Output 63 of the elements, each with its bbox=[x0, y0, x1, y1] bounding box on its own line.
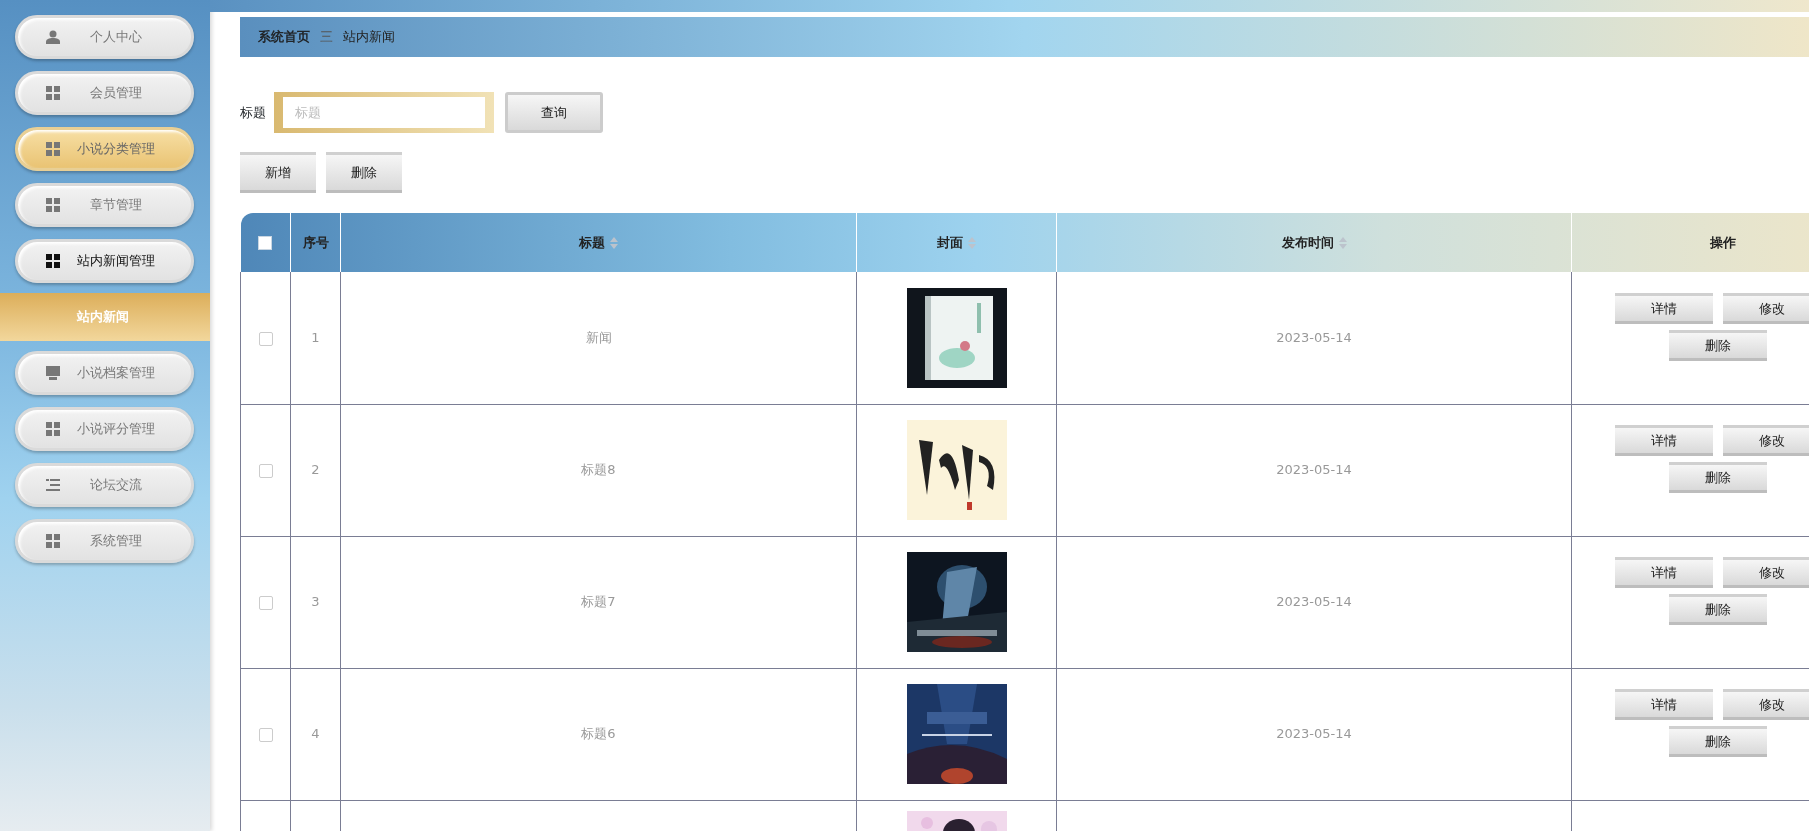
search-label: 标题 bbox=[240, 103, 266, 122]
row-checkbox[interactable] bbox=[258, 463, 273, 478]
delete-button[interactable]: 删除 bbox=[1669, 462, 1767, 493]
column-header[interactable]: 发布时间 bbox=[1056, 213, 1572, 272]
edit-button[interactable]: 修改 bbox=[1723, 557, 1809, 588]
search-field[interactable]: 标题 bbox=[274, 92, 494, 133]
table-cell: 标题7 bbox=[340, 536, 857, 668]
edit-button[interactable]: 修改 bbox=[1723, 425, 1809, 456]
menu-item[interactable]: 站内新闻管理 bbox=[15, 239, 194, 283]
delete-button[interactable]: 删除 bbox=[1669, 329, 1767, 361]
grid-icon bbox=[46, 142, 60, 156]
menu-item[interactable]: 个人中心 bbox=[15, 15, 194, 59]
sort-icon[interactable] bbox=[1338, 237, 1347, 250]
list-icon bbox=[46, 479, 60, 491]
table-cell: 3 bbox=[290, 536, 341, 668]
table-cell: 2 bbox=[290, 404, 341, 536]
search-button[interactable]: 查询 bbox=[505, 92, 603, 133]
delete-button[interactable]: 删除 bbox=[1669, 594, 1767, 625]
row-checkbox[interactable] bbox=[258, 727, 273, 742]
monitor-icon bbox=[46, 366, 60, 380]
menu-item[interactable]: 小说档案管理 bbox=[15, 351, 194, 395]
column-header: 序号 bbox=[290, 213, 341, 272]
sort-icon[interactable] bbox=[610, 237, 618, 250]
grid-icon bbox=[46, 254, 60, 268]
detail-button[interactable]: 详情 bbox=[1615, 689, 1713, 720]
row-checkbox[interactable] bbox=[258, 595, 273, 610]
grid-icon bbox=[46, 86, 60, 100]
menu-item[interactable]: 小说分类管理 bbox=[15, 127, 194, 171]
detail-button[interactable]: 详情 bbox=[1615, 557, 1713, 588]
user-icon bbox=[46, 30, 60, 44]
table-cell: 2023-05-14 bbox=[1056, 668, 1572, 800]
column-header[interactable]: 标题 bbox=[340, 213, 857, 272]
table-cell: 标题6 bbox=[340, 668, 857, 800]
menu-item[interactable]: 论坛交流 bbox=[15, 463, 194, 507]
delete-button[interactable]: 删除 bbox=[326, 152, 402, 193]
grid-icon bbox=[46, 422, 60, 436]
menu-item[interactable]: 章节管理 bbox=[15, 183, 194, 227]
add-button[interactable]: 新增 bbox=[240, 152, 316, 193]
select-all-checkbox[interactable] bbox=[258, 236, 273, 251]
table-cell: 标题8 bbox=[340, 404, 857, 536]
sort-icon[interactable] bbox=[968, 237, 976, 250]
menu-item[interactable]: 小说评分管理 bbox=[15, 407, 194, 451]
table-cell: 1 bbox=[290, 272, 341, 404]
delete-button[interactable]: 删除 bbox=[1669, 726, 1767, 757]
breadcrumb-current: 站内新闻 bbox=[343, 28, 395, 47]
table-cell: 2023-05-14 bbox=[1056, 536, 1572, 668]
grid-icon bbox=[46, 198, 60, 212]
edit-button[interactable]: 修改 bbox=[1723, 292, 1809, 324]
column-header: 操作 bbox=[1571, 213, 1809, 272]
menu-item[interactable]: 系统管理 bbox=[15, 519, 194, 563]
edit-button[interactable]: 修改 bbox=[1723, 689, 1809, 720]
table-cell: 2023-05-14 bbox=[1056, 272, 1572, 404]
breadcrumb-link[interactable]: 系统首页 bbox=[258, 27, 310, 47]
detail-button[interactable]: 详情 bbox=[1615, 292, 1713, 324]
table-cell: 4 bbox=[290, 668, 341, 800]
row-checkbox[interactable] bbox=[258, 331, 273, 346]
detail-button[interactable]: 详情 bbox=[1615, 425, 1713, 456]
grid-icon bbox=[46, 534, 60, 548]
breadcrumb-separator: 三 bbox=[320, 28, 333, 47]
table-cell: 新闻 bbox=[340, 272, 857, 404]
column-header[interactable]: 封面 bbox=[856, 213, 1057, 272]
table-cell: 2023-05-14 bbox=[1056, 404, 1572, 536]
menu-item[interactable]: 会员管理 bbox=[15, 71, 194, 115]
